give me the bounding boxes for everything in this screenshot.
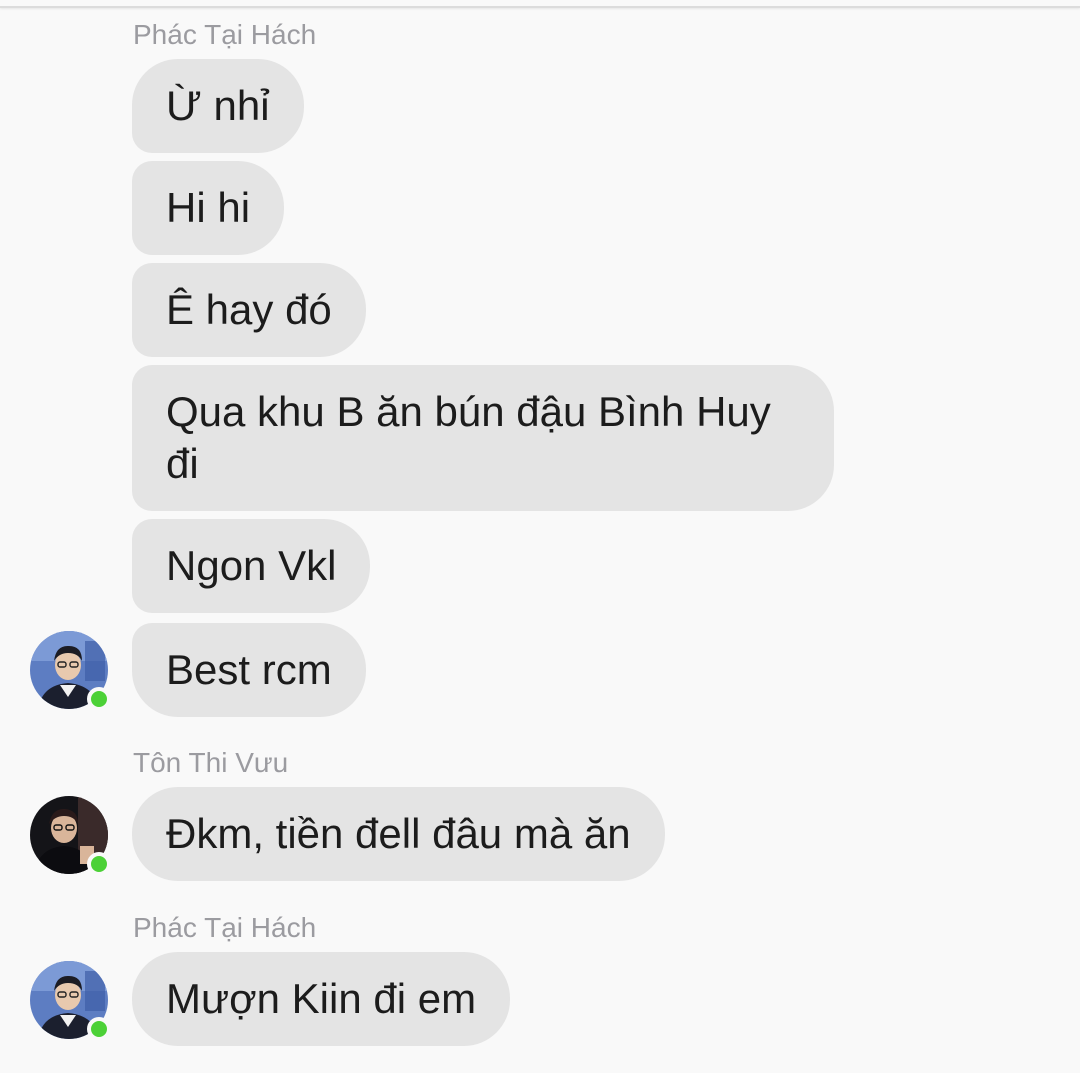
sender-name: Phác Tại Hách bbox=[133, 19, 317, 50]
avatar[interactable] bbox=[30, 631, 111, 711]
online-status-icon bbox=[87, 687, 111, 711]
online-status-icon bbox=[87, 852, 111, 876]
sender-name: Tôn Thi Vưu bbox=[133, 747, 289, 778]
message-thread[interactable]: Phác Tại Hách Ừ nhỉ Hi hi Ê hay đó Qua k… bbox=[0, 0, 1080, 1073]
avatar[interactable] bbox=[30, 796, 111, 876]
message-bubble[interactable]: Best rcm bbox=[132, 623, 366, 717]
avatar[interactable] bbox=[30, 961, 111, 1041]
online-status-icon bbox=[87, 1017, 111, 1041]
message-bubble[interactable]: Ừ nhỉ bbox=[132, 59, 304, 153]
message-bubble[interactable]: Ngon Vkl bbox=[132, 519, 371, 613]
sender-name: Phác Tại Hách bbox=[133, 912, 317, 943]
message-bubble[interactable]: Qua khu B ăn bún đậu Bình Huy đi bbox=[132, 365, 834, 511]
message-bubble[interactable]: Ê hay đó bbox=[132, 263, 366, 357]
message-bubble[interactable]: Hi hi bbox=[132, 161, 285, 255]
message-bubble[interactable]: Đkm, tiền đell đâu mà ăn bbox=[132, 787, 665, 881]
message-bubble[interactable]: Mượn Kiin đi em bbox=[132, 952, 511, 1046]
